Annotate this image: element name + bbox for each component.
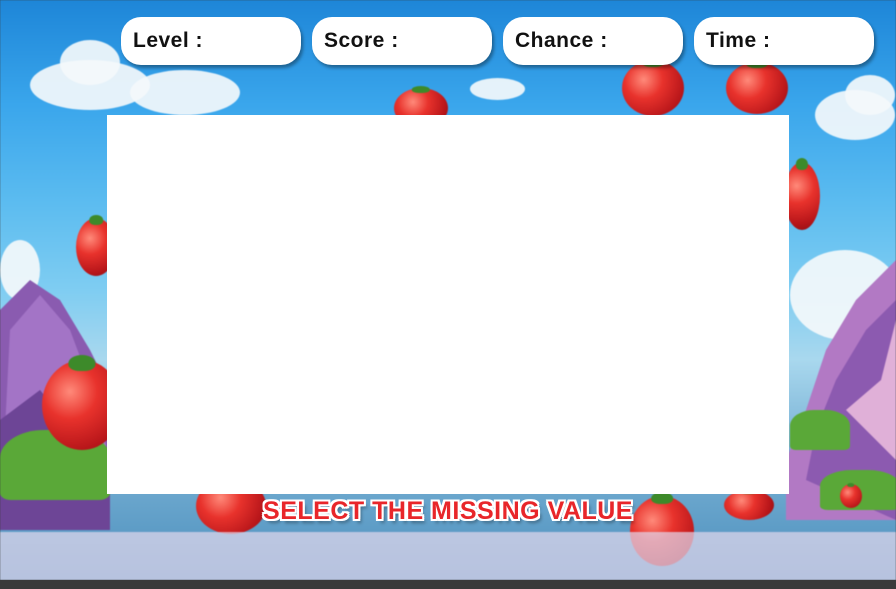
time-label: Time : [706, 29, 771, 52]
chance-display: Chance : [503, 17, 683, 65]
tomato-decoration [784, 162, 820, 230]
cloud [60, 40, 120, 85]
time-display: Time : [694, 17, 874, 65]
cloud [470, 78, 525, 100]
chance-label: Chance : [515, 29, 608, 52]
cloud [845, 75, 895, 115]
bottom-bar [0, 580, 896, 589]
tomato-decoration [726, 62, 788, 114]
score-display: Score : [312, 17, 492, 65]
score-label: Score : [324, 29, 399, 52]
level-display: Level : [121, 17, 301, 65]
tomato-decoration [622, 60, 684, 116]
cloud [130, 70, 240, 115]
grass-ledge [790, 410, 850, 450]
level-label: Level : [133, 29, 204, 52]
instruction-text: SELECT THE MISSING VALUE [263, 497, 633, 525]
bottom-band [0, 532, 896, 580]
game-board[interactable] [107, 115, 789, 494]
